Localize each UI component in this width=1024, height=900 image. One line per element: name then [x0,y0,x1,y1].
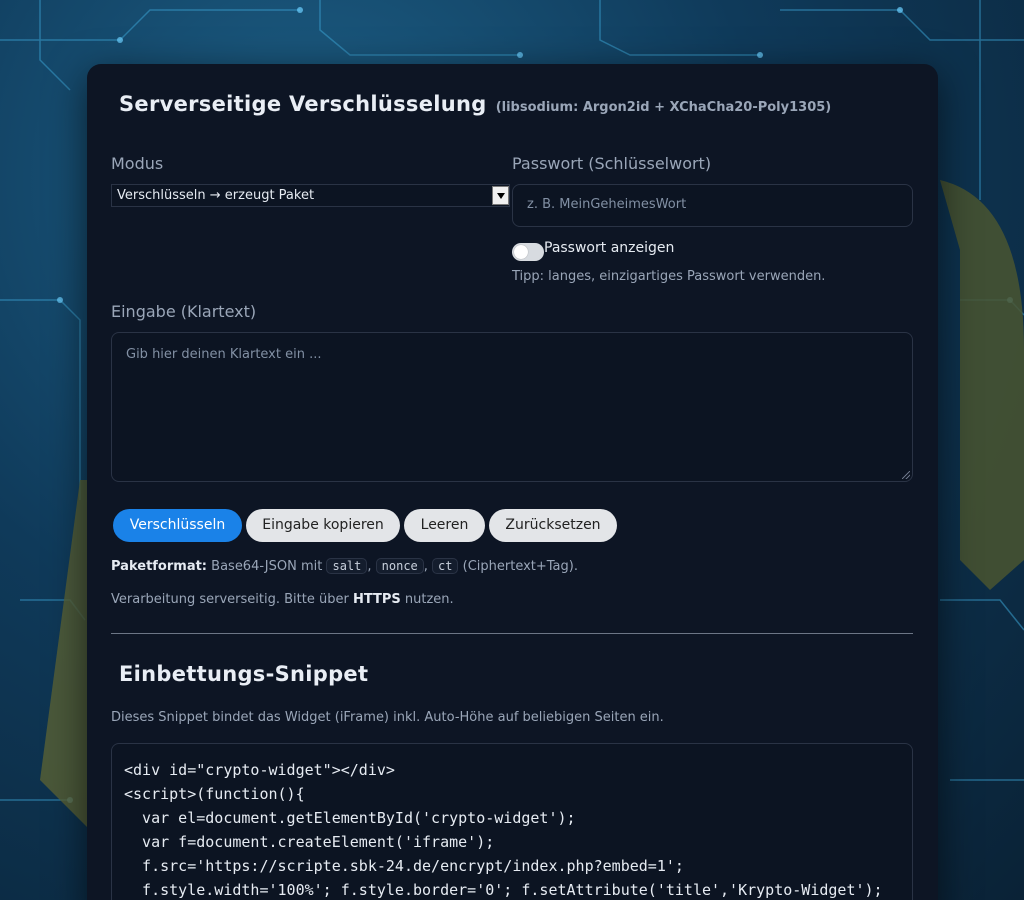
page-title: Serverseitige Verschlüsselung [119,92,487,116]
code-line: var el=document.getElementById('crypto-w… [124,809,576,827]
chevron-down-icon[interactable] [492,186,509,205]
embed-code-block[interactable]: <div id="crypto-widget"></div> <script>(… [111,743,913,900]
plaintext-placeholder: Gib hier deinen Klartext ein ... [126,347,322,362]
package-format-bold: Paketformat: [111,559,208,574]
code-line: var f=document.createElement('iframe'); [124,833,495,851]
show-password-toggle[interactable] [512,243,544,261]
reset-button[interactable]: Zurücksetzen [489,509,617,542]
mode-select-value: Verschlüsseln → erzeugt Paket [117,188,315,203]
section-divider [111,633,913,634]
clear-button[interactable]: Leeren [404,509,485,542]
embed-title: Einbettungs-Snippet [119,662,369,686]
encryption-card: Serverseitige Verschlüsselung (libsodium… [87,64,938,900]
plaintext-textarea[interactable]: Gib hier deinen Klartext ein ... [111,332,913,482]
encrypt-button[interactable]: Verschlüsseln [113,509,242,542]
show-password-label: Passwort anzeigen [544,240,675,256]
server-note-suffix: nutzen. [404,592,454,607]
package-format-suffix: (Ciphertext+Tag). [462,559,578,574]
password-tip: Tipp: langes, einzigartiges Passwort ver… [512,269,826,284]
mode-select[interactable]: Verschlüsseln → erzeugt Paket [111,184,510,207]
code-line: f.src='https://scripte.sbk-24.de/encrypt… [124,857,684,875]
package-format-text: Base64-JSON mit [211,559,323,574]
password-label: Passwort (Schlüsselwort) [512,154,712,173]
mode-label: Modus [111,154,164,173]
code-line: f.style.width='100%'; f.style.border='0'… [124,881,883,899]
nonce-tag: nonce [375,558,424,574]
server-note-bold: HTTPS [352,592,401,607]
resize-handle-icon[interactable] [902,471,910,479]
embed-description: Dieses Snippet bindet das Widget (iFrame… [111,710,664,725]
code-line: <script>(function(){ [124,785,305,803]
salt-tag: salt [326,558,368,574]
password-input[interactable]: z. B. MeinGeheimesWort [512,184,913,227]
ct-tag: ct [432,558,459,574]
plaintext-label: Eingabe (Klartext) [111,302,257,321]
package-format-note: Paketformat: Base64-JSON mit salt, nonce… [111,558,578,574]
card-header: Serverseitige Verschlüsselung (libsodium… [119,92,831,116]
page-subtitle: (libsodium: Argon2id + XChaCha20-Poly130… [495,100,832,115]
code-line: <div id="crypto-widget"></div> [124,761,395,779]
server-processing-note: Verarbeitung serverseitig. Bitte über HT… [111,592,454,607]
server-note-prefix: Verarbeitung serverseitig. Bitte über [111,592,349,607]
copy-input-button[interactable]: Eingabe kopieren [246,509,400,542]
